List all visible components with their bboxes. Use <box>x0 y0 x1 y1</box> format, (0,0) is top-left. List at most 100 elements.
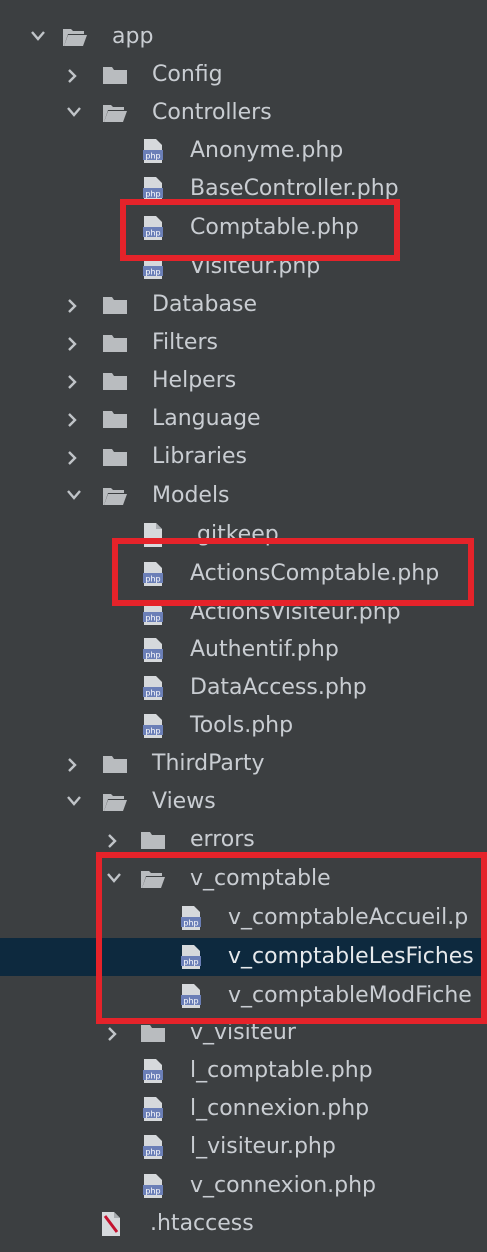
tree-item-label: .htaccess <box>150 1211 254 1236</box>
chevron-down-icon[interactable] <box>104 860 124 898</box>
tree-row-app[interactable]: app <box>0 18 487 56</box>
tree-row-v-comptablelesfiches[interactable]: php v_comptableLesFiches <box>0 938 487 976</box>
tree-item-label: ActionsVisiteur.php <box>190 600 401 625</box>
tree-item-label: ActionsComptable.php <box>190 561 440 586</box>
tree-item-label: errors <box>190 827 255 852</box>
php-file-icon: php <box>181 945 201 969</box>
tree-item-label: v_visiteur <box>190 1020 296 1045</box>
svg-text:php: php <box>145 614 160 623</box>
chevron-right-icon[interactable] <box>64 324 84 362</box>
tree-item-label: BaseController.php <box>190 176 399 201</box>
tree-item-label: Database <box>152 292 257 317</box>
tree-item-label: Models <box>152 483 230 508</box>
tree-row-v-connexion-php[interactable]: php v_connexion.php <box>0 1167 487 1205</box>
tree-row-libraries[interactable]: Libraries <box>0 438 487 476</box>
tree-row-models[interactable]: Models <box>0 477 487 515</box>
tree-item-label: Filters <box>152 330 218 355</box>
chevron-right-icon[interactable] <box>64 745 84 783</box>
php-file-icon: php <box>143 714 163 738</box>
svg-text:php: php <box>145 1110 160 1119</box>
tree-row-dataaccess-php[interactable]: php DataAccess.php <box>0 669 487 707</box>
tree-row-config[interactable]: Config <box>0 56 487 94</box>
tree-row-l-connexion-php[interactable]: php l_connexion.php <box>0 1090 487 1128</box>
php-file-icon: php <box>143 676 163 700</box>
tree-row-errors[interactable]: errors <box>0 821 487 859</box>
tree-item-label: Views <box>152 789 216 814</box>
folder-icon <box>103 67 127 84</box>
tree-item-label: v_comptable <box>190 866 331 891</box>
tree-row-database[interactable]: Database <box>0 286 487 324</box>
php-file-icon: php <box>143 562 163 586</box>
tree-row-visiteur-php[interactable]: php Visiteur.php <box>0 248 487 286</box>
tree-row-controllers[interactable]: Controllers <box>0 94 487 132</box>
tree-row-v-comptable[interactable]: v_comptable <box>0 860 487 898</box>
tree-row-v-comptableaccueil[interactable]: php v_comptableAccueil.p <box>0 899 487 937</box>
tree-row-views[interactable]: Views <box>0 783 487 821</box>
tree-item-label: DataAccess.php <box>190 675 367 700</box>
tree-row-l-visiteur-php[interactable]: php l_visiteur.php <box>0 1128 487 1166</box>
tree-row-v-visiteur[interactable]: v_visiteur <box>0 1014 487 1052</box>
svg-text:php: php <box>183 958 198 967</box>
chevron-right-icon[interactable] <box>64 438 84 476</box>
folder-open-icon <box>103 794 127 811</box>
php-file-icon: php <box>181 984 201 1008</box>
folder-icon <box>103 756 127 773</box>
svg-text:php: php <box>183 997 198 1006</box>
svg-text:php: php <box>145 651 160 660</box>
tree-row-comptable-php[interactable]: php Comptable.php <box>0 209 487 247</box>
svg-text:php: php <box>145 1187 160 1196</box>
tree-item-label: Helpers <box>152 368 237 393</box>
tree-item-label: .gitkeep <box>190 522 279 547</box>
php-file-icon: php <box>143 1135 163 1159</box>
php-file-icon: php <box>143 255 163 279</box>
tree-item-label: Libraries <box>152 444 248 469</box>
php-file-icon: php <box>143 216 163 240</box>
tree-row-htaccess[interactable]: .htaccess <box>0 1205 487 1243</box>
chevron-right-icon[interactable] <box>64 362 84 400</box>
tree-item-label: v_comptableAccueil.p <box>228 905 469 930</box>
tree-row-thirdparty[interactable]: ThirdParty <box>0 745 487 783</box>
svg-text:php: php <box>145 152 160 161</box>
php-file-icon: php <box>143 177 163 201</box>
chevron-right-icon[interactable] <box>64 400 84 438</box>
chevron-right-icon[interactable] <box>104 1014 124 1052</box>
tree-item-label: l_connexion.php <box>190 1096 370 1121</box>
tree-row-anonyme-php[interactable]: php Anonyme.php <box>0 132 487 170</box>
tree-row-v-comptablemodfiche[interactable]: php v_comptableModFiche <box>0 977 487 1015</box>
tree-item-label: v_connexion.php <box>190 1173 377 1198</box>
htaccess-icon <box>102 1212 120 1236</box>
chevron-down-icon[interactable] <box>28 18 48 56</box>
chevron-right-icon[interactable] <box>64 286 84 324</box>
tree-item-label: Controllers <box>152 100 272 125</box>
tree-row-authentif-php[interactable]: php Authentif.php <box>0 631 487 669</box>
folder-open-icon <box>103 105 127 122</box>
chevron-right-icon[interactable] <box>104 821 124 859</box>
chevron-right-icon[interactable] <box>64 56 84 94</box>
php-file-icon: php <box>181 906 201 930</box>
svg-text:php: php <box>145 268 160 277</box>
php-file-icon: php <box>143 638 163 662</box>
chevron-down-icon[interactable] <box>64 94 84 132</box>
tree-item-label: Tools.php <box>190 713 294 738</box>
php-file-icon: php <box>143 1059 163 1083</box>
tree-row-basecontroller-php[interactable]: php BaseController.php <box>0 170 487 208</box>
chevron-down-icon[interactable] <box>64 477 84 515</box>
folder-icon <box>103 297 127 314</box>
tree-item-label: v_comptableModFiche <box>228 983 472 1008</box>
tree-row-actionsvisiteur-php[interactable]: php ActionsVisiteur.php <box>0 594 487 632</box>
tree-row-gitkeep[interactable]: .gitkeep <box>0 516 487 554</box>
tree-item-label: l_visiteur.php <box>190 1134 336 1159</box>
chevron-down-icon[interactable] <box>64 783 84 821</box>
tree-row-filters[interactable]: Filters <box>0 324 487 362</box>
php-file-icon: php <box>143 601 163 625</box>
tree-row-language[interactable]: Language <box>0 400 487 438</box>
tree-item-label: app <box>112 24 154 49</box>
tree-row-tools-php[interactable]: php Tools.php <box>0 707 487 745</box>
svg-text:php: php <box>145 190 160 199</box>
folder-open-icon <box>103 488 127 505</box>
svg-text:php: php <box>145 727 160 736</box>
tree-row-actionscomptable-php[interactable]: php ActionsComptable.php <box>0 555 487 593</box>
tree-row-helpers[interactable]: Helpers <box>0 362 487 400</box>
tree-item-label: ThirdParty <box>152 751 265 776</box>
tree-row-l-comptable-php[interactable]: php l_comptable.php <box>0 1052 487 1090</box>
